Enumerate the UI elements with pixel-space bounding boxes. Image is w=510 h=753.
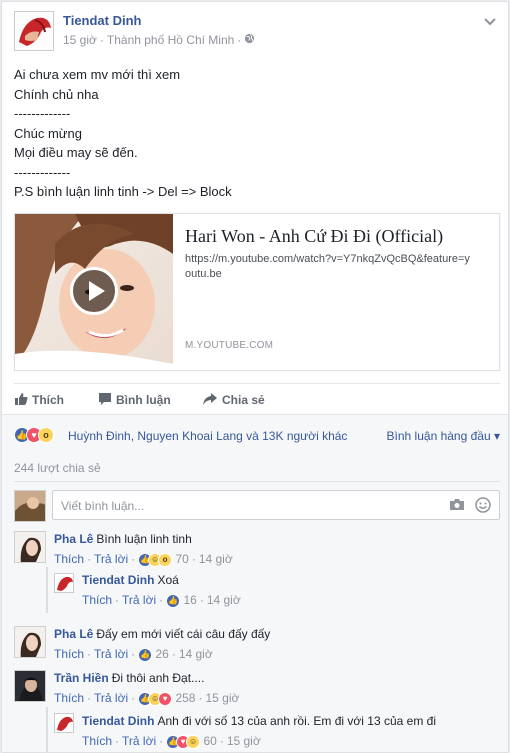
post-line: Chính chủ nha xyxy=(14,86,99,102)
comment-actions: Thích · Trả lời · 👍☺ o 70 · 14 giờ xyxy=(54,552,233,567)
commenter-avatar[interactable] xyxy=(14,626,46,658)
comment-content: Pha Lê Đấy em mới viết cái câu đấy đấy xyxy=(54,627,270,641)
comment-text: Đi thôi anh Đạt.... xyxy=(111,671,205,685)
post-line: Chúc mừng xyxy=(14,125,82,141)
comment-author[interactable]: Pha Lê xyxy=(54,532,93,546)
love-reaction-icon: ♥ xyxy=(158,691,173,706)
comment-placeholder: Viết bình luận... xyxy=(61,499,145,513)
emoji-icon[interactable] xyxy=(475,497,491,516)
comment-reaction-count[interactable]: 258 xyxy=(175,691,195,705)
post-time[interactable]: 15 giờ xyxy=(63,33,97,47)
reply-text: Xoá xyxy=(157,573,179,587)
chevron-down-icon[interactable] xyxy=(482,13,498,29)
wow-reaction-icon: o xyxy=(158,552,173,567)
comment-sort-dropdown[interactable]: Bình luận hàng đầu ▾ xyxy=(387,429,500,443)
camera-icon[interactable] xyxy=(449,498,465,514)
comment-like-link[interactable]: Thích xyxy=(54,691,84,705)
reaction-summary[interactable]: 👍 ♥ o Huỳnh Đinh, Nguyen Khoai Lang và 13K… xyxy=(14,427,500,447)
like-reaction-icon: 👍 xyxy=(166,593,181,608)
thumbs-up-icon xyxy=(14,393,32,407)
post-author-name[interactable]: Tiendat Dinh xyxy=(63,13,141,28)
reply-like-link[interactable]: Thích xyxy=(82,593,112,607)
post-line: Ai chưa xem mv mới thì xem xyxy=(14,67,181,82)
post-card: Tiendat Dinh 15 giờ · Thành phố Hồ Chí Min… xyxy=(1,1,509,753)
globe-icon xyxy=(244,33,255,47)
post-line: Mọi điều may sẽ đến. xyxy=(14,145,138,160)
post-meta: 15 giờ · Thành phố Hồ Chí Minh · xyxy=(63,33,255,47)
post-line: P.S bình luận linh tinh -> Del => Block xyxy=(14,184,232,199)
comments-section: 👍 ♥ o Huỳnh Đinh, Nguyen Khoai Lang và 13K… xyxy=(2,414,508,752)
reply-time[interactable]: 14 giờ xyxy=(207,593,241,607)
commenter-avatar[interactable] xyxy=(14,531,46,563)
comment-reaction-count[interactable]: 70 xyxy=(175,552,188,566)
video-thumbnail[interactable] xyxy=(15,214,173,370)
author-avatar[interactable] xyxy=(14,11,54,51)
comment-content: Trần Hiền Đi thôi anh Đạt.... xyxy=(54,671,204,685)
reply-author[interactable]: Tiendat Dinh xyxy=(82,573,154,587)
share-count[interactable]: 244 lượt chia sẻ xyxy=(14,461,101,475)
reply-content: Tiendat Dinh Xoá xyxy=(82,573,179,587)
share-button[interactable]: Chia sẻ xyxy=(202,392,265,407)
like-label: Thích xyxy=(32,393,64,407)
current-user-avatar xyxy=(14,490,46,522)
post-location[interactable]: Thành phố Hồ Chí Minh xyxy=(107,33,234,47)
reply-thread-line xyxy=(46,707,48,752)
play-icon[interactable] xyxy=(70,267,118,315)
reply-content: Tiendat Dinh Anh đi với số 13 của anh rồi… xyxy=(82,714,436,728)
reaction-names[interactable]: Huỳnh Đinh, Nguyen Khoai Lang và 13K ngư… xyxy=(68,429,347,443)
comment-time[interactable]: 14 giờ xyxy=(179,647,213,661)
comment-reply-link[interactable]: Trả lời xyxy=(94,647,128,661)
caret-down-icon: ▾ xyxy=(493,429,500,443)
link-url[interactable]: https://m.youtube.com/watch?v=Y7nkqZvQcB… xyxy=(185,252,475,282)
comment-like-link[interactable]: Thích xyxy=(54,552,84,566)
reply-reaction-count[interactable]: 60 xyxy=(203,734,216,748)
reply-avatar[interactable] xyxy=(54,713,74,733)
reply-reaction-count[interactable]: 16 xyxy=(183,593,196,607)
comment-time[interactable]: 14 giờ xyxy=(199,552,233,566)
reply-thread-line xyxy=(46,567,48,613)
reply-like-link[interactable]: Thích xyxy=(82,734,112,748)
comment-author[interactable]: Pha Lê xyxy=(54,627,93,641)
like-reaction-icon: 👍 xyxy=(138,647,153,662)
link-domain: M.YOUTUBE.COM xyxy=(185,340,274,351)
reply-time[interactable]: 15 giờ xyxy=(227,734,261,748)
like-button[interactable]: Thích xyxy=(14,392,64,407)
commenter-avatar[interactable] xyxy=(14,670,46,702)
comment-reply-link[interactable]: Trả lời xyxy=(94,691,128,705)
comment-author[interactable]: Trần Hiền xyxy=(54,671,109,685)
post-line: ------------- xyxy=(14,164,71,180)
comment-icon xyxy=(98,393,116,407)
post-line: ------------- xyxy=(14,106,71,121)
comment-button[interactable]: Bình luận xyxy=(98,392,171,407)
reply-author[interactable]: Tiendat Dinh xyxy=(82,714,154,728)
reply-actions: Thích · Trả lời · 👍 16 · 14 giờ xyxy=(82,593,241,608)
comment-actions: Thích · Trả lời · 👍☺ ♥ 258 · 15 giờ xyxy=(54,691,240,706)
comment-actions: Thích · Trả lời · 👍 26 · 14 giờ xyxy=(54,647,213,662)
link-preview-body: Hari Won - Anh Cứ Đi Đi (Official) https… xyxy=(185,214,485,370)
reply-actions: Thích · Trả lời · 👍 ♥ ☺ 60 · 15 giờ xyxy=(82,734,261,749)
comment-label: Bình luận xyxy=(116,393,171,407)
post-header: Tiendat Dinh 15 giờ · Thành phố Hồ Chí Min… xyxy=(14,11,498,53)
share-label: Chia sẻ xyxy=(222,393,265,407)
post-actions: Thích Bình luận Chia sẻ xyxy=(14,383,500,414)
comment-time[interactable]: 15 giờ xyxy=(205,691,239,705)
comment-text: Đấy em mới viết cái câu đấy đấy xyxy=(96,627,271,641)
link-preview-card[interactable]: Hari Won - Anh Cứ Đi Đi (Official) https… xyxy=(14,213,500,371)
comment-content: Pha Lê Bình luận linh tinh xyxy=(54,532,192,546)
comment-text: Bình luận linh tinh xyxy=(96,532,192,546)
reply-text: Anh đi với số 13 của anh rồi. Em đi với … xyxy=(157,714,436,728)
comment-reply-link[interactable]: Trả lời xyxy=(94,552,128,566)
comment-reaction-count[interactable]: 26 xyxy=(155,647,168,661)
comment-input[interactable]: Viết bình luận... xyxy=(52,490,500,520)
wow-reaction-icon: o xyxy=(38,427,54,443)
reply-avatar[interactable] xyxy=(54,573,74,593)
reply-reply-link[interactable]: Trả lời xyxy=(122,593,156,607)
link-title[interactable]: Hari Won - Anh Cứ Đi Đi (Official) xyxy=(185,226,443,247)
haha-reaction-icon: ☺ xyxy=(186,734,201,749)
reply-reply-link[interactable]: Trả lời xyxy=(122,734,156,748)
share-icon xyxy=(202,393,222,407)
post-body: Ai chưa xem mv mới thì xem Chính chủ nha… xyxy=(14,65,494,202)
comment-like-link[interactable]: Thích xyxy=(54,647,84,661)
divider xyxy=(14,481,500,482)
